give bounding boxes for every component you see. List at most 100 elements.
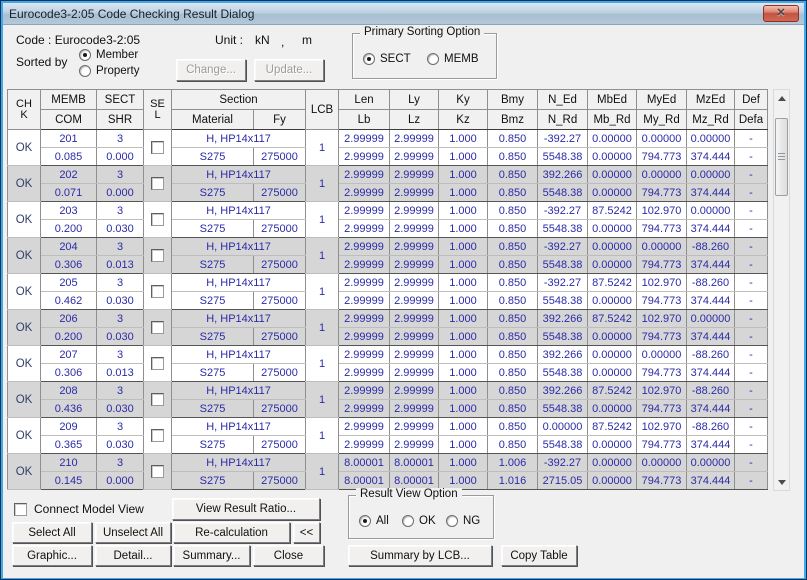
value-cell: 87.5242: [588, 382, 637, 400]
row-select-checkbox[interactable]: [151, 285, 164, 298]
copy-table-button[interactable]: Copy Table: [501, 545, 577, 566]
value-cell: 2.99999: [390, 328, 439, 346]
value-cell: 1.000: [439, 256, 488, 274]
value-cell: 0.850: [488, 292, 538, 310]
fy-cell: 275000: [254, 184, 306, 202]
material-cell: S275: [172, 436, 254, 454]
value-cell: 1.016: [488, 472, 538, 490]
scrollbar-thumb[interactable]: [775, 118, 788, 196]
com-cell: 0.145: [41, 472, 97, 490]
collapse-button[interactable]: <<: [293, 522, 320, 543]
select-all-button[interactable]: Select All: [12, 522, 92, 543]
value-cell: -392.27: [538, 274, 588, 292]
value-cell: 1.000: [439, 148, 488, 166]
primary-sorting-group: Primary Sorting Option SECT MEMB: [352, 33, 497, 79]
title-bar[interactable]: Eurocode3-2:05 Code Checking Result Dial…: [3, 3, 804, 25]
member-row-201: OK2013H, HP14x11712.999992.999991.0000.8…: [8, 130, 768, 148]
value-cell: 794.773: [637, 184, 687, 202]
unselect-all-button[interactable]: Unselect All: [95, 522, 171, 543]
fy-cell: 275000: [254, 364, 306, 382]
radio-sort-memb[interactable]: MEMB: [427, 53, 479, 65]
change-button[interactable]: Change...: [176, 59, 246, 81]
radio-view-all[interactable]: All: [359, 515, 389, 527]
col-header-ly: Ly: [390, 90, 439, 110]
detail-button[interactable]: Detail...: [95, 545, 171, 566]
row-select-checkbox[interactable]: [151, 357, 164, 370]
unit-label: Unit :: [215, 33, 243, 47]
chk-cell: OK: [8, 274, 41, 310]
radio-sorted-property[interactable]: Property: [79, 65, 139, 77]
section-name-cell: H, HP14x117: [172, 166, 306, 184]
view-result-ratio-button[interactable]: View Result Ratio...: [172, 498, 320, 520]
value-cell: 5548.38: [538, 292, 588, 310]
row-select-checkbox[interactable]: [151, 393, 164, 406]
sect-cell: 3: [97, 238, 144, 256]
value-cell: 2.99999: [339, 310, 390, 328]
radio-sort-sect[interactable]: SECT: [363, 53, 411, 65]
fy-cell: 275000: [254, 328, 306, 346]
row-select-checkbox[interactable]: [151, 465, 164, 478]
memb-cell: 206: [41, 310, 97, 328]
material-cell: S275: [172, 220, 254, 238]
row-select-checkbox[interactable]: [151, 141, 164, 154]
radio-view-ng[interactable]: NG: [446, 515, 480, 527]
sect-cell: 3: [97, 382, 144, 400]
update-button[interactable]: Update...: [254, 59, 324, 81]
table-vertical-scrollbar[interactable]: [773, 89, 790, 491]
chk-cell: OK: [8, 238, 41, 274]
value-cell: 1.000: [439, 202, 488, 220]
member-row-207-b: 0.3060.013S2752750002.999992.999991.0000…: [8, 364, 768, 382]
row-select-checkbox[interactable]: [151, 213, 164, 226]
col-header-n_rd: N_Rd: [538, 110, 588, 130]
chk-cell: OK: [8, 310, 41, 346]
summary-by-lcb-button[interactable]: Summary by LCB...: [348, 545, 492, 566]
value-cell: 0.00000: [637, 166, 687, 184]
scroll-up-icon: [778, 96, 786, 101]
close-button[interactable]: ✕: [763, 5, 799, 22]
value-cell: 1.000: [439, 310, 488, 328]
sel-cell: [144, 418, 172, 454]
value-cell: 5548.38: [538, 148, 588, 166]
connect-model-view-checkbox[interactable]: Connect Model View: [14, 502, 144, 516]
radio-sorted-member[interactable]: Member: [79, 49, 138, 61]
code-label: Code : Eurocode3-2:05: [16, 33, 140, 47]
value-cell: -: [735, 130, 768, 148]
value-cell: -: [735, 148, 768, 166]
value-cell: 374.444: [687, 436, 735, 454]
member-row-203: OK2033H, HP14x11712.999992.999991.0000.8…: [8, 202, 768, 220]
member-row-209-b: 0.3650.030S2752750002.999992.999991.0000…: [8, 436, 768, 454]
value-cell: -392.27: [538, 202, 588, 220]
value-cell: 0.00000: [687, 166, 735, 184]
fy-cell: 275000: [254, 400, 306, 418]
value-cell: 0.00000: [637, 130, 687, 148]
value-cell: 794.773: [637, 472, 687, 490]
graphic-button[interactable]: Graphic...: [12, 545, 92, 566]
primary-sorting-title: Primary Sorting Option: [360, 26, 484, 38]
radio-member-icon: [79, 49, 91, 61]
section-name-cell: H, HP14x117: [172, 418, 306, 436]
section-name-cell: H, HP14x117: [172, 238, 306, 256]
com-cell: 0.365: [41, 436, 97, 454]
sect-cell: 3: [97, 202, 144, 220]
member-row-204: OK2043H, HP14x11712.999992.999991.0000.8…: [8, 238, 768, 256]
lcb-cell: 1: [306, 382, 339, 418]
lcb-cell: 1: [306, 238, 339, 274]
value-cell: 0.850: [488, 274, 538, 292]
scroll-down-button[interactable]: [774, 474, 789, 490]
recalculation-button[interactable]: Re-calculation: [173, 522, 290, 543]
row-select-checkbox[interactable]: [151, 249, 164, 262]
summary-button[interactable]: Summary...: [173, 545, 250, 566]
radio-view-ok[interactable]: OK: [402, 515, 436, 527]
material-cell: S275: [172, 256, 254, 274]
scroll-up-button[interactable]: [774, 90, 789, 106]
row-select-checkbox[interactable]: [151, 177, 164, 190]
shr-cell: 0.030: [97, 328, 144, 346]
value-cell: 392.266: [538, 310, 588, 328]
row-select-checkbox[interactable]: [151, 429, 164, 442]
close-dialog-button[interactable]: Close: [253, 545, 324, 566]
radio-all-icon: [359, 515, 371, 527]
value-cell: 794.773: [637, 148, 687, 166]
row-select-checkbox[interactable]: [151, 321, 164, 334]
value-cell: 2.99999: [390, 238, 439, 256]
member-row-203-b: 0.2000.030S2752750002.999992.999991.0000…: [8, 220, 768, 238]
